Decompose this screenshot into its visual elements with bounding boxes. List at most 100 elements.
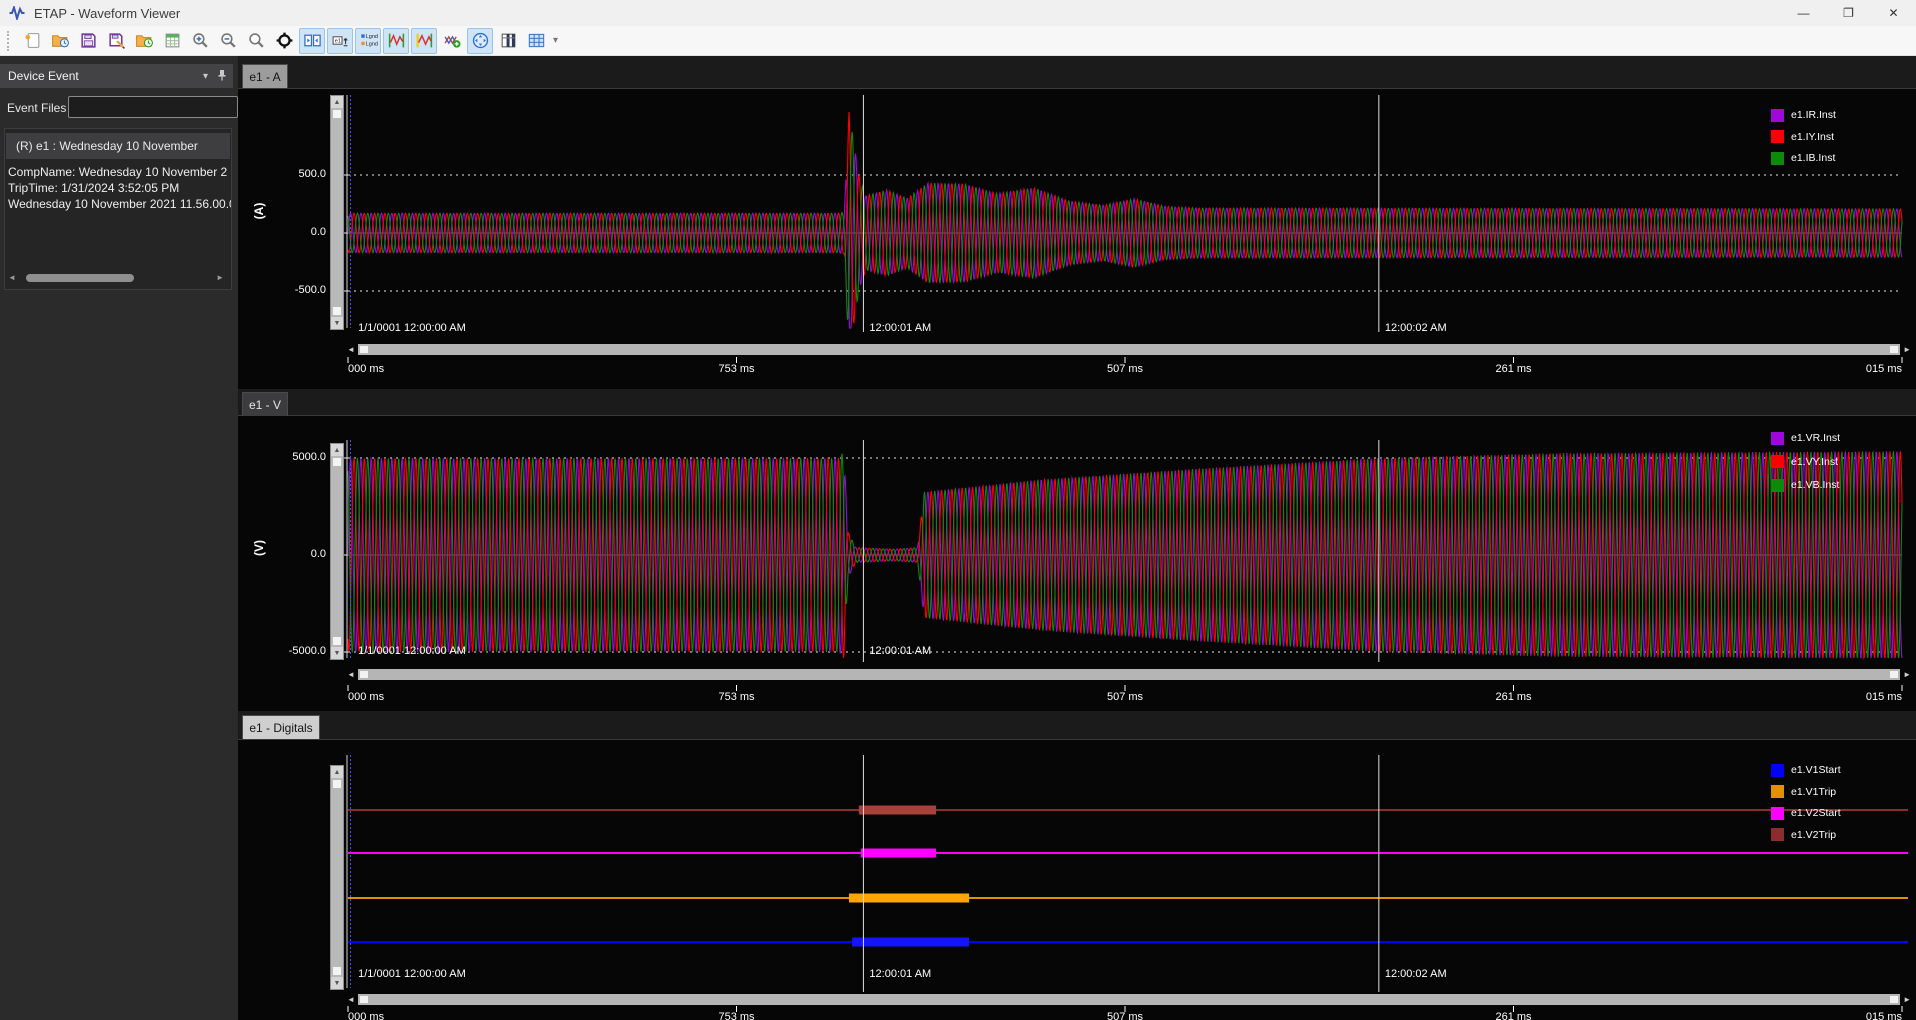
scrollbar-thumb[interactable] <box>26 274 134 282</box>
chart-vscrollbar-1[interactable]: ▲▼ <box>330 95 344 330</box>
export-report-button[interactable] <box>159 28 185 54</box>
append-event-file-icon <box>135 31 154 50</box>
scrollbar-grip[interactable] <box>1890 996 1898 1003</box>
scrollbar-thumb[interactable] <box>358 669 1900 680</box>
legend-item[interactable]: e1.V1Start <box>1771 763 1841 777</box>
ms-axis-label: 507 ms <box>1107 363 1143 375</box>
scrollbar-grip[interactable] <box>1890 346 1898 353</box>
zoom-out-button[interactable] <box>215 28 241 54</box>
crosshair-cursor-button[interactable] <box>271 28 297 54</box>
tab-e1a[interactable]: e1 - A <box>242 64 288 88</box>
time-label: 12:00:01 AM <box>869 968 931 980</box>
ms-axis-label: 753 ms <box>718 363 754 375</box>
event-files-input[interactable] <box>68 96 238 118</box>
minimize-button[interactable]: — <box>1781 0 1826 26</box>
scroll-right-icon[interactable]: ► <box>1903 344 1911 355</box>
scrollbar-grip[interactable] <box>360 671 368 678</box>
scroll-up-icon[interactable]: ▲ <box>331 444 343 456</box>
legend-label: e1.V1Start <box>1791 764 1841 776</box>
scrollbar-grip[interactable] <box>333 458 341 466</box>
legend-item[interactable]: e1.V1Trip <box>1771 785 1836 799</box>
ms-axis-label: 507 ms <box>1107 1011 1143 1020</box>
svg-text:Lgnd: Lgnd <box>365 42 377 48</box>
scroll-left-icon[interactable]: ◄ <box>347 669 355 680</box>
legend-item[interactable]: e1.VY.Inst <box>1771 455 1838 469</box>
scroll-down-icon[interactable]: ▼ <box>331 977 343 989</box>
time-label: 12:00:02 AM <box>1385 322 1447 334</box>
pan-zoom-button[interactable] <box>467 28 493 54</box>
scroll-down-icon[interactable]: ▼ <box>331 317 343 329</box>
scrollbar-grip[interactable] <box>333 110 341 118</box>
legend-item[interactable]: e1.IY.Inst <box>1771 130 1834 144</box>
y-tick-label: -5000.0 <box>256 645 326 657</box>
scroll-left-icon[interactable]: ◄ <box>347 344 355 355</box>
legend-item[interactable]: e1.V2Trip <box>1771 828 1836 842</box>
data-columns-button[interactable] <box>495 28 521 54</box>
event-list-item-selected[interactable]: (R) e1 : Wednesday 10 November <box>6 133 230 159</box>
zoom-window-button[interactable] <box>243 28 269 54</box>
device-event-header[interactable]: Device Event ▾ <box>0 64 233 88</box>
scroll-up-icon[interactable]: ▲ <box>331 96 343 108</box>
waveform-plot-e1a[interactable] <box>348 95 1902 328</box>
chart-vscrollbar-2[interactable]: ▲▼ <box>330 443 344 660</box>
chart-vscrollbar-3[interactable]: ▲▼ <box>330 765 344 990</box>
legend-item[interactable]: e1.VR.Inst <box>1771 431 1840 445</box>
waveform-style-2-button[interactable] <box>411 28 437 54</box>
scrollbar-grip[interactable] <box>333 637 341 645</box>
legend-label: e1.VB.Inst <box>1791 479 1839 491</box>
scrollbar-thumb[interactable] <box>358 344 1900 355</box>
close-button[interactable]: ✕ <box>1871 0 1916 26</box>
scroll-left-icon[interactable]: ◄ <box>347 994 355 1005</box>
ms-axis-label: 000 ms <box>348 363 384 375</box>
axis-label-toggle-button[interactable]: e1 <box>327 28 353 54</box>
axis-label-toggle-icon: e1 <box>331 31 350 50</box>
pin-icon[interactable] <box>217 69 227 84</box>
chart-hscrollbar-1[interactable]: ◄► <box>345 343 1913 356</box>
waveform-plot-e1v[interactable] <box>348 440 1902 658</box>
maximize-button[interactable]: ❐ <box>1826 0 1871 26</box>
add-waveform-button[interactable] <box>439 28 465 54</box>
new-waveform-file-button[interactable] <box>19 28 45 54</box>
legend-item[interactable]: e1.IB.Inst <box>1771 151 1835 165</box>
scrollbar-grip[interactable] <box>1890 671 1898 678</box>
legend-item[interactable]: e1.VB.Inst <box>1771 478 1839 492</box>
tab-e1v[interactable]: e1 - V <box>242 392 288 416</box>
tab-e1digitals[interactable]: e1 - Digitals <box>242 715 320 739</box>
scroll-right-icon[interactable]: ► <box>1903 994 1911 1005</box>
toolbar-grip[interactable] <box>7 31 13 51</box>
chart-hscrollbar-3[interactable]: ◄► <box>345 993 1913 1006</box>
scroll-right-icon[interactable]: ► <box>1903 669 1911 680</box>
open-event-file-button[interactable] <box>47 28 73 54</box>
scrollbar-grip[interactable] <box>360 996 368 1003</box>
scroll-up-icon[interactable]: ▲ <box>331 766 343 778</box>
save-button[interactable] <box>75 28 101 54</box>
legend-item[interactable]: e1.V2Start <box>1771 806 1841 820</box>
legend-item[interactable]: e1.IR.Inst <box>1771 108 1836 122</box>
append-event-file-button[interactable] <box>131 28 157 54</box>
data-grid-button[interactable] <box>523 28 549 54</box>
scroll-down-icon[interactable]: ▼ <box>331 647 343 659</box>
export-report-icon <box>163 31 182 50</box>
waveform-plot-e1digitals[interactable] <box>348 755 1902 988</box>
legend-toggle-button[interactable]: LgndLgnd <box>355 28 381 54</box>
sync-views-button[interactable] <box>299 28 325 54</box>
waveform-style-1-button[interactable] <box>383 28 409 54</box>
zoom-in-button[interactable] <box>187 28 213 54</box>
event-list-hscrollbar[interactable]: ◄ ► <box>8 272 224 284</box>
scroll-left-icon[interactable]: ◄ <box>8 273 16 282</box>
scrollbar-grip[interactable] <box>333 967 341 975</box>
titlebar: ETAP - Waveform Viewer — ❐ ✕ <box>0 0 1916 26</box>
scrollbar-grip[interactable] <box>360 346 368 353</box>
chart-hscrollbar-2[interactable]: ◄► <box>345 668 1913 681</box>
scroll-right-icon[interactable]: ► <box>216 273 224 282</box>
save-as-button[interactable] <box>103 28 129 54</box>
scrollbar-grip[interactable] <box>333 780 341 788</box>
event-detail-triptime: TripTime: 1/31/2024 3:52:05 PM <box>8 181 232 195</box>
time-label: 1/1/0001 12:00:00 AM <box>358 645 466 657</box>
legend-label: e1.V1Trip <box>1791 786 1836 798</box>
toolbar-overflow-button[interactable]: ▾ <box>553 35 558 46</box>
collapse-chevron-icon[interactable]: ▾ <box>203 71 208 82</box>
scrollbar-grip[interactable] <box>333 307 341 315</box>
scrollbar-thumb[interactable] <box>358 994 1900 1005</box>
ms-axis-label: 261 ms <box>1495 1011 1531 1020</box>
